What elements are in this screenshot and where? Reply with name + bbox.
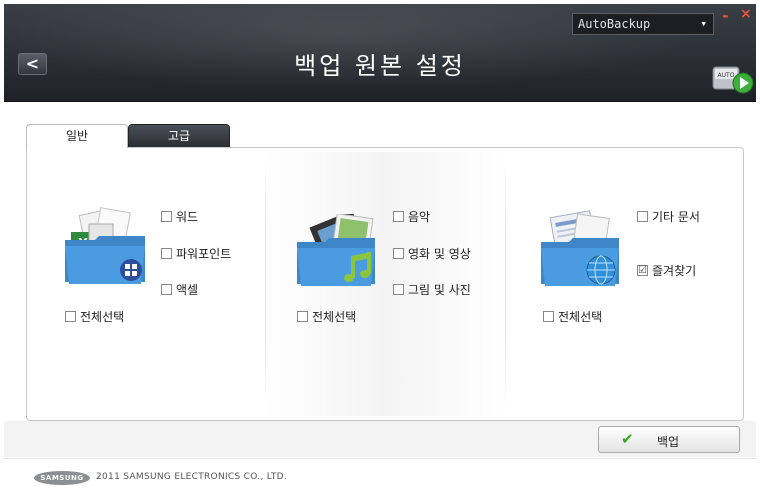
checkbox[interactable] [543,311,554,322]
profile-select-value: AutoBackup [578,17,651,31]
backup-button-label: 백업 [657,435,680,449]
select-all-web[interactable]: 전체선택 [543,308,602,325]
checkbox[interactable] [393,248,404,259]
option-video[interactable]: 영화 및 영상 [393,245,471,262]
checkbox[interactable] [637,211,648,222]
option-label: 기타 문서 [652,210,700,224]
web-folder-icon [539,208,631,295]
check-icon: ✔ [621,430,634,448]
chevron-down-icon: ▾ [700,17,707,30]
checkbox[interactable] [161,211,172,222]
column-divider [265,160,266,406]
checkbox[interactable] [161,248,172,259]
checkbox[interactable] [393,211,404,222]
auto-badge-label: AUTO [718,72,735,79]
option-label: 그림 및 사진 [408,283,471,297]
media-folder-icon [295,210,387,295]
option-favorites[interactable]: ☑ 즐겨찾기 [637,262,696,279]
documents-folder-icon: X [63,206,155,293]
option-excel[interactable]: 액셀 [161,281,198,298]
option-label: 워드 [176,210,199,224]
option-pictures[interactable]: 그림 및 사진 [393,281,471,298]
option-powerpoint[interactable]: 파워포인트 [161,245,231,262]
option-word[interactable]: 워드 [161,208,198,225]
select-all-media[interactable]: 전체선택 [297,308,356,325]
close-button[interactable]: × [740,6,752,22]
select-all-label: 전체선택 [80,310,125,324]
backup-button[interactable]: ✔ 백업 [598,426,740,453]
footer: SAMSUNG 2011 SAMSUNG ELECTRONICS CO., LT… [4,458,756,496]
tab-advanced[interactable]: 고급 [128,124,230,148]
page-title: 백업 원본 설정 [294,52,466,80]
select-all-label: 전체선택 [558,310,603,324]
column-divider [505,160,506,406]
auto-backup-icon: AUTO [711,61,755,95]
checkbox[interactable] [161,284,172,295]
option-label: 음악 [408,210,431,224]
tab-general[interactable]: 일반 [26,124,128,148]
option-label: 즐겨찾기 [652,264,697,278]
checkbox[interactable] [65,311,76,322]
samsung-logo: SAMSUNG [34,471,90,485]
header-bar: < 백업 원본 설정 AutoBackup ▾ AUTO [4,4,756,102]
checkbox[interactable] [393,284,404,295]
profile-select[interactable]: AutoBackup ▾ [572,13,714,35]
select-all-label: 전체선택 [312,310,357,324]
select-all-documents[interactable]: 전체선택 [65,308,124,325]
option-label: 액셀 [176,283,199,297]
copyright-text: 2011 SAMSUNG ELECTRONICS CO., LTD. [96,472,288,482]
option-label: 파워포인트 [176,247,232,261]
option-other-documents[interactable]: 기타 문서 [637,208,700,225]
source-panel: X 워드 파워포인트 액셀 전체선택 [26,147,744,421]
checkbox[interactable] [297,311,308,322]
option-music[interactable]: 음악 [393,208,430,225]
checkbox-checked[interactable]: ☑ [637,265,648,276]
option-label: 영화 및 영상 [408,247,471,261]
app-window: < 백업 원본 설정 AutoBackup ▾ AUTO - × 일반 고급 워… [0,0,760,500]
minimize-button[interactable]: - [722,6,729,25]
